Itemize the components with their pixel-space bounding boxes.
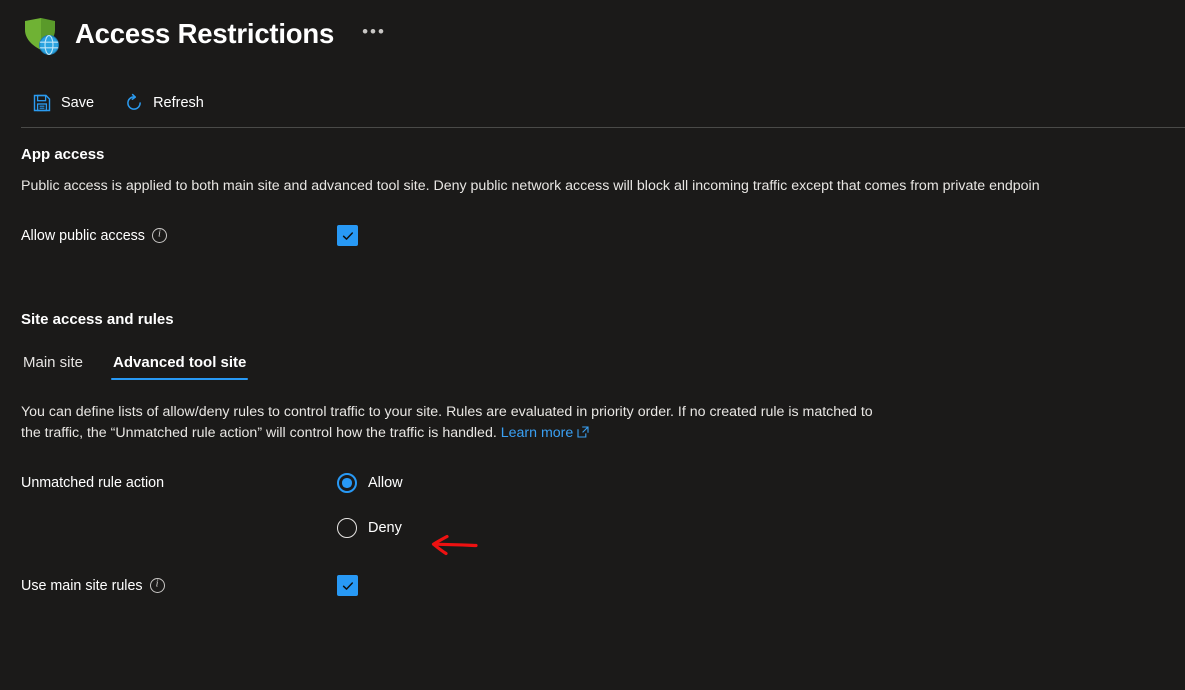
- command-bar: Save Refresh: [0, 86, 206, 120]
- radio-deny-label: Deny: [368, 520, 402, 536]
- page-header: Access Restrictions •••: [0, 0, 1185, 68]
- access-restrictions-page: Access Restrictions ••• Save Refresh App…: [0, 0, 1185, 690]
- info-icon[interactable]: i: [149, 578, 165, 593]
- tab-main-site[interactable]: Main site: [21, 350, 85, 380]
- allow-public-access-checkbox[interactable]: [337, 225, 358, 246]
- info-icon[interactable]: i: [151, 228, 167, 243]
- save-label: Save: [61, 95, 95, 111]
- save-icon: [32, 93, 52, 113]
- learn-more-label: Learn more: [500, 425, 574, 441]
- tab-advanced-tool-site[interactable]: Advanced tool site: [111, 350, 249, 380]
- site-access-description-line2: the traffic, the “Unmatched rule action”…: [0, 423, 1185, 445]
- refresh-button[interactable]: Refresh: [122, 91, 206, 115]
- learn-more-link[interactable]: Learn more: [501, 425, 590, 441]
- refresh-label: Refresh: [153, 95, 204, 111]
- unmatched-rule-action-radio-group: Allow Deny: [337, 473, 403, 538]
- radio-allow-label: Allow: [368, 475, 403, 491]
- page-title: Access Restrictions: [75, 18, 335, 49]
- shield-globe-icon: [19, 14, 61, 56]
- use-main-site-rules-row: Use main site rules i: [0, 575, 1185, 596]
- allow-public-access-label: Allow public access: [21, 227, 145, 244]
- radio-deny-input[interactable]: [337, 518, 357, 538]
- site-access-description-line1: You can define lists of allow/deny rules…: [21, 404, 873, 420]
- use-main-site-rules-label: Use main site rules: [21, 577, 143, 594]
- radio-option-deny[interactable]: Deny: [337, 518, 403, 538]
- content-area: App access Public access is applied to b…: [0, 134, 1185, 596]
- allow-public-access-row: Allow public access i: [0, 225, 1185, 246]
- unmatched-rule-action-row: Unmatched rule action Allow Deny: [0, 473, 1185, 538]
- site-access-description-text: the traffic, the “Unmatched rule action”…: [21, 425, 497, 441]
- use-main-site-rules-checkbox[interactable]: [337, 575, 358, 596]
- allow-public-access-label-group: Allow public access i: [21, 228, 337, 244]
- external-link-icon: [577, 424, 589, 445]
- use-main-site-rules-label-group: Use main site rules i: [21, 578, 337, 594]
- site-tabs: Main site Advanced tool site: [0, 350, 1185, 380]
- toolbar-divider: [21, 127, 1185, 128]
- checkmark-icon: [342, 581, 353, 590]
- more-options-button[interactable]: •••: [358, 17, 390, 52]
- unmatched-rule-action-label: Unmatched rule action: [21, 475, 165, 491]
- checkmark-icon: [342, 231, 353, 240]
- site-access-heading: Site access and rules: [21, 311, 174, 328]
- radio-allow-input[interactable]: [337, 473, 357, 493]
- app-access-description: Public access is applied to both main si…: [21, 178, 1040, 194]
- app-access-heading: App access: [21, 146, 105, 163]
- refresh-icon: [124, 93, 144, 113]
- unmatched-rule-action-label-group: Unmatched rule action: [21, 473, 337, 491]
- radio-option-allow[interactable]: Allow: [337, 473, 403, 493]
- save-button[interactable]: Save: [30, 91, 96, 115]
